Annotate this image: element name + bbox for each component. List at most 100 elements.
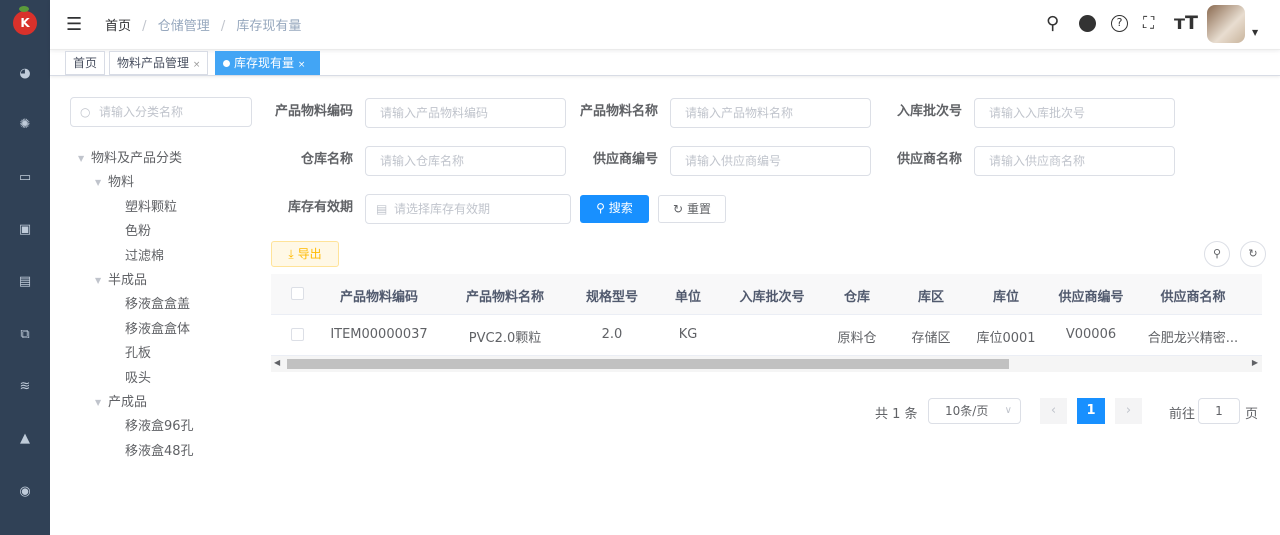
table-cell: 存储区 xyxy=(911,331,951,346)
tree-node[interactable]: 移液盒盒盖 xyxy=(125,296,190,314)
layers-icon[interactable]: ≋ xyxy=(17,379,33,395)
row-checkbox[interactable] xyxy=(291,328,304,341)
breadcrumb: 首页 / 仓储管理 / 库存现有量 xyxy=(105,19,302,34)
close-icon[interactable]: × xyxy=(193,60,201,70)
data-table: ◀ ▶ 产品物料编码 产品物料名称 规格型号 单位 入库批次号 仓库 库区 库位 供应商编号 供应… xyxy=(271,274,1262,373)
refresh-button[interactable]: ↻ xyxy=(1240,241,1266,267)
tree-node[interactable]: 移液盒盒体 xyxy=(125,321,190,339)
tree-node[interactable]: 色粉 xyxy=(125,223,151,241)
page-size-select[interactable]: 10条/页 ∨ xyxy=(928,398,1021,424)
tree-node[interactable]: 物料 xyxy=(108,174,134,192)
monitor-icon[interactable]: ▭ xyxy=(17,170,33,186)
toggle-search-button[interactable]: ⚲ xyxy=(1204,241,1230,267)
table-cell: V00006 xyxy=(1065,327,1117,342)
next-page-button[interactable]: › xyxy=(1115,398,1142,424)
goto-label: 前往 xyxy=(1169,407,1196,422)
table-cell: 2.0 xyxy=(601,327,623,342)
warehouse-label: 仓库名称 xyxy=(300,152,353,167)
search-icon: ○ xyxy=(80,105,91,119)
horizontal-scrollbar[interactable]: ◀ ▶ xyxy=(271,356,1262,372)
vendor-name-label: 供应商名称 xyxy=(896,152,962,167)
tree-node[interactable]: 移液盒48孔 xyxy=(125,443,194,461)
tab-stock-onhand[interactable]: 库存现有量 × xyxy=(215,51,320,75)
fullscreen-icon[interactable]: ⛶ xyxy=(1143,13,1154,33)
tree-node[interactable]: 移液盒96孔 xyxy=(125,418,194,436)
tree-node[interactable]: 孔板 xyxy=(125,345,151,363)
column-header: 库位 xyxy=(992,290,1020,305)
export-button[interactable]: ⤓ 导出 xyxy=(271,241,339,267)
column-header: 入库批次号 xyxy=(739,290,805,305)
hamburger-icon[interactable]: ☰ xyxy=(66,14,82,35)
name-input[interactable]: 请输入产品物料名称 xyxy=(670,98,871,128)
table-cell: 合肥龙兴精密... xyxy=(1147,331,1239,346)
toolbox-icon[interactable]: ▣ xyxy=(17,222,33,238)
code-label: 产品物料编码 xyxy=(274,104,353,119)
chevron-down-icon: ∨ xyxy=(1004,405,1012,416)
vendor-code-label: 供应商编号 xyxy=(592,152,658,167)
warehouse-input[interactable]: 请输入仓库名称 xyxy=(365,146,566,176)
expand-arrow-icon[interactable]: ▼ xyxy=(95,178,101,187)
caret-down-icon[interactable]: ▼ xyxy=(1252,28,1258,37)
expand-arrow-icon[interactable]: ▼ xyxy=(95,276,101,285)
dashboard-icon[interactable]: ◕ xyxy=(17,66,33,82)
puzzle-icon[interactable]: ⧉ xyxy=(17,327,33,343)
category-search-input[interactable]: ○ 请输入分类名称 xyxy=(70,97,252,127)
tree-node[interactable]: 过滤棉 xyxy=(125,248,164,266)
tree-node[interactable]: 产成品 xyxy=(108,394,147,412)
table-cell: KG xyxy=(678,327,698,342)
tab-home[interactable]: 首页 xyxy=(65,51,106,75)
expand-arrow-icon[interactable]: ▼ xyxy=(78,154,84,163)
select-all-checkbox[interactable] xyxy=(291,287,304,300)
breadcrumb-home[interactable]: 首页 xyxy=(105,19,131,34)
download-icon: ⤓ xyxy=(288,247,294,261)
navbar: ☰ 首页 / 仓储管理 / 库存现有量 ⚲ ? ⛶ тT ▼ xyxy=(50,0,1280,50)
lock-icon[interactable]: ▲ xyxy=(17,431,33,447)
github-icon[interactable] xyxy=(1079,15,1096,32)
vendor-name-input[interactable]: 请输入供应商名称 xyxy=(974,146,1175,176)
total-count: 共 1 条 xyxy=(875,407,918,422)
search-icon: ⚲ xyxy=(596,201,605,215)
tab-material-product[interactable]: 物料产品管理 × xyxy=(109,51,209,75)
tree-node[interactable]: 物料及产品分类 xyxy=(91,150,182,168)
tree-node[interactable]: 塑料颗粒 xyxy=(125,199,177,217)
goto-page-input[interactable]: 1 xyxy=(1198,398,1240,424)
close-icon[interactable]: × xyxy=(298,60,306,70)
vendor-code-input[interactable]: 请输入供应商编号 xyxy=(670,146,871,176)
table-cell: 库位0001 xyxy=(976,331,1036,346)
table-cell: ITEM00000037 xyxy=(330,327,428,342)
gear-icon[interactable]: ✺ xyxy=(17,117,33,133)
breadcrumb-current: 库存现有量 xyxy=(236,19,302,34)
font-size-icon[interactable]: тT xyxy=(1174,12,1198,34)
search-icon[interactable]: ⚲ xyxy=(1046,13,1059,34)
name-label: 产品物料名称 xyxy=(579,104,658,119)
page-1-button[interactable]: 1 xyxy=(1077,398,1105,424)
batch-input[interactable]: 请输入入库批次号 xyxy=(974,98,1175,128)
expire-date-picker[interactable]: ▤ 请选择库存有效期 xyxy=(365,194,571,224)
column-header: 单位 xyxy=(674,290,702,305)
table-cell: 原料仓 xyxy=(837,331,877,346)
batch-label: 入库批次号 xyxy=(896,104,962,119)
reset-button[interactable]: ↻ 重置 xyxy=(658,195,726,223)
calendar-icon: ▤ xyxy=(376,202,388,216)
breadcrumb-warehouse: 仓储管理 xyxy=(157,19,210,34)
column-header: 库区 xyxy=(917,290,945,305)
column-header: 供应商编号 xyxy=(1058,290,1124,305)
column-header: 产品物料编码 xyxy=(339,290,419,305)
column-header: 产品物料名称 xyxy=(465,290,545,305)
sidebar: K ◕ ✺ ▭ ▣ ▤ ⧉ ≋ ▲ ◉ xyxy=(0,0,50,535)
document-icon[interactable]: ▤ xyxy=(17,274,33,290)
goto-suffix: 页 xyxy=(1245,407,1259,422)
avatar[interactable] xyxy=(1207,5,1245,43)
column-header: 仓库 xyxy=(843,290,871,305)
search-button[interactable]: ⚲ 搜索 xyxy=(580,195,649,223)
refresh-icon: ↻ xyxy=(673,202,684,216)
help-icon[interactable]: ? xyxy=(1111,15,1128,32)
column-header: 供应商名称 xyxy=(1160,290,1226,305)
expand-arrow-icon[interactable]: ▼ xyxy=(95,398,101,407)
prev-page-button[interactable]: ‹ xyxy=(1040,398,1067,424)
tree-node[interactable]: 半成品 xyxy=(108,272,147,290)
tree-node[interactable]: 吸头 xyxy=(125,370,151,388)
toggle-icon[interactable]: ◉ xyxy=(17,484,33,500)
code-input[interactable]: 请输入产品物料编码 xyxy=(365,98,566,128)
column-header: 规格型号 xyxy=(585,290,639,305)
